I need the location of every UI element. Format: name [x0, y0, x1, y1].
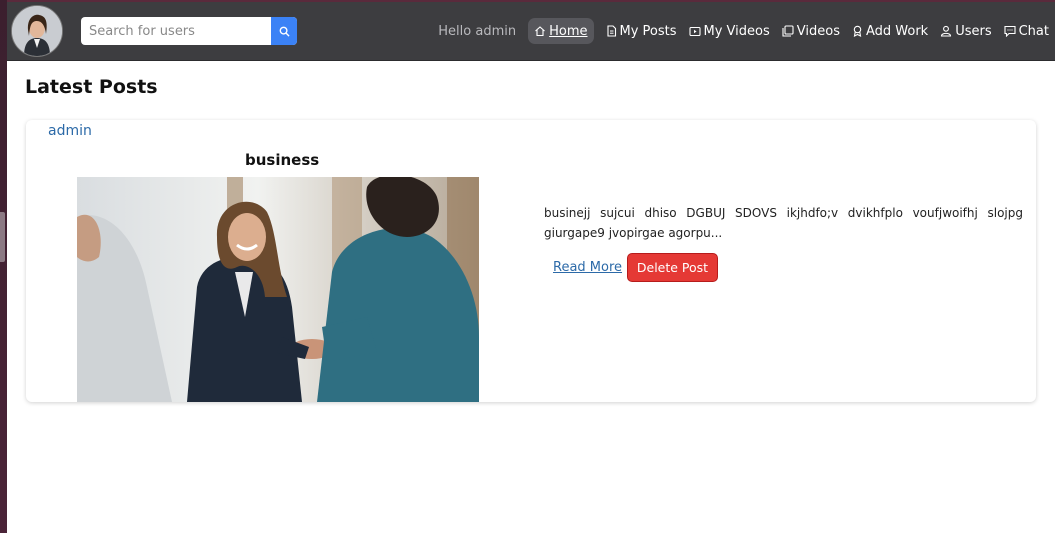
nav-users-label: Users [955, 23, 992, 39]
delete-post-button[interactable]: Delete Post [627, 253, 718, 282]
post-card: admin business businejj sujcui dhiso DGB… [26, 120, 1036, 402]
users-icon [941, 25, 952, 37]
post-excerpt: businejj sujcui dhiso DGBUJ SDOVS ikjhdf… [544, 206, 1023, 240]
nav-my-videos-label: My Videos [703, 23, 770, 39]
search-icon [279, 26, 290, 37]
nav-home[interactable]: Home [528, 18, 594, 44]
search-box [81, 17, 297, 45]
search-button[interactable] [271, 17, 297, 45]
desktop-handle [0, 212, 5, 262]
nav-menu: Hello admin Home My Posts My Videos Vide… [438, 2, 1055, 60]
read-more-link[interactable]: Read More [553, 260, 622, 275]
nav-add-work[interactable]: Add Work [846, 18, 934, 44]
nav-add-work-label: Add Work [865, 23, 929, 39]
avatar-image [12, 6, 62, 56]
badge-icon [853, 25, 862, 37]
nav-users[interactable]: Users [934, 18, 997, 44]
nav-home-label: Home [549, 23, 588, 39]
nav-videos[interactable]: Videos [776, 18, 846, 44]
nav-my-posts[interactable]: My Posts [600, 18, 683, 44]
nav-chat[interactable]: Chat [998, 18, 1055, 44]
home-icon [535, 26, 545, 37]
post-title: business [245, 151, 320, 169]
greeting-text: Hello admin [438, 23, 517, 39]
desktop-edge [0, 0, 7, 533]
chat-icon [1004, 25, 1016, 37]
navbar: Hello admin Home My Posts [7, 2, 1055, 61]
profile-avatar[interactable] [11, 5, 63, 57]
video-icon [688, 26, 701, 36]
nav-my-videos[interactable]: My Videos [683, 18, 776, 44]
nav-my-posts-label: My Posts [619, 23, 677, 39]
post-author-link[interactable]: admin [48, 123, 92, 139]
post-image [77, 177, 479, 402]
search-input[interactable] [81, 17, 269, 45]
browser-page: Hello admin Home My Posts [7, 2, 1055, 533]
nav-chat-label: Chat [1018, 23, 1049, 39]
videos-icon [782, 25, 794, 37]
document-icon [606, 25, 616, 37]
page-title: Latest Posts [25, 76, 158, 98]
nav-videos-label: Videos [796, 23, 840, 39]
